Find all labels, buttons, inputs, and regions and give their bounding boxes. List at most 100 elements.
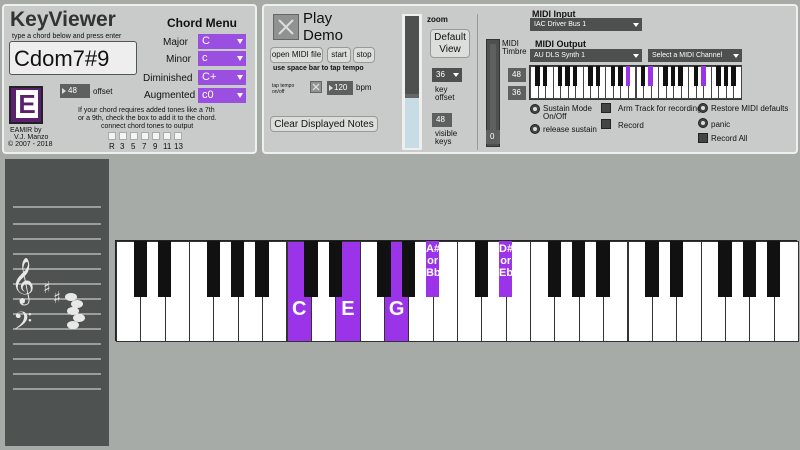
record-all-checkbox[interactable]: [698, 133, 708, 143]
sustain-radio[interactable]: [530, 104, 540, 114]
treble-clef-icon: 𝄞: [11, 258, 35, 306]
mini-black-key[interactable]: [678, 66, 683, 86]
mini-black-key[interactable]: [595, 66, 601, 86]
black-key[interactable]: [742, 241, 756, 297]
black-key-d-sharp[interactable]: D# or Eb: [499, 241, 513, 297]
midi-channel-dropdown[interactable]: Select a MIDI Channel: [648, 49, 742, 62]
timbre-number[interactable]: 0: [486, 130, 500, 144]
black-key[interactable]: [377, 241, 391, 297]
sustain-label-2: On/Off: [543, 112, 567, 121]
zoom-slider[interactable]: [402, 14, 422, 150]
zoom-slider-top: [405, 16, 419, 94]
offset-number[interactable]: 48: [60, 84, 90, 98]
offset-value: 48: [68, 86, 77, 95]
key-label: A#: [425, 243, 440, 255]
mini-black-key[interactable]: [588, 66, 593, 86]
mini-black-key[interactable]: [535, 66, 540, 86]
black-key-a-sharp[interactable]: A# or Bb: [425, 241, 441, 297]
black-key[interactable]: [304, 241, 318, 297]
main-keyboard[interactable]: C E G A# or Bb D# or Eb: [115, 240, 799, 342]
low-note-value: 48: [512, 70, 521, 79]
midi-output-value: AU DLS Synth 1: [534, 52, 585, 59]
tone-check-7[interactable]: [141, 132, 149, 140]
chevron-down-icon: [237, 93, 243, 98]
black-key[interactable]: [133, 241, 148, 297]
divider: [477, 14, 478, 150]
black-key[interactable]: [401, 241, 415, 297]
tone-check-r[interactable]: [108, 132, 116, 140]
key-label: Bb: [425, 267, 441, 279]
tap-tempo-toggle[interactable]: [310, 81, 322, 93]
augmented-dropdown[interactable]: c0: [198, 88, 246, 103]
black-key[interactable]: [766, 241, 781, 297]
mini-black-key[interactable]: [648, 66, 653, 86]
visible-keys-number[interactable]: 48: [432, 113, 452, 127]
tone-check-11[interactable]: [163, 132, 171, 140]
chord-input[interactable]: Cdom7#9: [9, 41, 137, 75]
arm-track-checkbox[interactable]: [601, 103, 611, 113]
mini-black-key[interactable]: [640, 66, 646, 86]
mini-black-key[interactable]: [610, 66, 616, 86]
black-key[interactable]: [255, 241, 269, 297]
black-key[interactable]: [596, 241, 610, 297]
mini-black-key[interactable]: [572, 66, 578, 86]
mini-black-key[interactable]: [542, 66, 548, 86]
mini-black-key[interactable]: [557, 66, 563, 86]
play-demo-button[interactable]: [273, 14, 299, 40]
black-key[interactable]: [158, 241, 172, 297]
mini-black-key[interactable]: [670, 66, 676, 86]
augmented-label: Augmented: [144, 90, 196, 101]
midi-input-value: IAC Driver Bus 1: [534, 21, 587, 28]
panic-radio[interactable]: [698, 118, 708, 128]
mini-black-key[interactable]: [663, 66, 668, 86]
tone-check-13[interactable]: [174, 132, 182, 140]
mini-black-key[interactable]: [731, 66, 736, 86]
visible-keys-label-2: keys: [435, 137, 452, 146]
tone-label: 9: [153, 142, 158, 151]
major-dropdown[interactable]: C: [198, 34, 246, 49]
mini-black-key[interactable]: [716, 66, 721, 86]
black-key[interactable]: [206, 241, 221, 297]
key-label: G: [388, 298, 405, 320]
black-key[interactable]: [328, 241, 342, 297]
black-key[interactable]: [474, 241, 489, 297]
release-sustain-radio[interactable]: [530, 124, 540, 134]
black-key[interactable]: [718, 241, 732, 297]
midi-input-dropdown[interactable]: IAC Driver Bus 1: [530, 18, 642, 31]
key-label: or: [500, 255, 512, 267]
black-key[interactable]: [572, 241, 586, 297]
high-note-value: 36: [512, 88, 521, 97]
low-note-number[interactable]: 48: [508, 68, 526, 82]
mini-black-key[interactable]: [701, 66, 706, 86]
mini-keyboard[interactable]: [529, 65, 742, 100]
black-key[interactable]: [231, 241, 245, 297]
minor-dropdown[interactable]: c: [198, 51, 246, 66]
key-offset-number[interactable]: 36: [432, 68, 462, 82]
clear-notes-button[interactable]: Clear Displayed Notes: [270, 116, 378, 132]
tone-label: 5: [131, 142, 136, 151]
bpm-number[interactable]: 120: [327, 81, 353, 95]
tone-check-5[interactable]: [130, 132, 138, 140]
default-view-button[interactable]: Default View: [430, 29, 470, 58]
black-key[interactable]: [547, 241, 562, 297]
tone-check-3[interactable]: [119, 132, 127, 140]
timbre-slider-track: [490, 44, 496, 144]
record-checkbox[interactable]: [601, 119, 611, 129]
mini-black-key[interactable]: [565, 66, 570, 86]
midi-output-dropdown[interactable]: AU DLS Synth 1: [530, 49, 642, 62]
open-midi-button[interactable]: open MIDI file: [270, 47, 323, 63]
stop-button[interactable]: stop: [353, 47, 375, 63]
mini-black-key[interactable]: [693, 66, 699, 86]
mini-black-key[interactable]: [618, 66, 623, 86]
black-key[interactable]: [669, 241, 683, 297]
start-button[interactable]: start: [327, 47, 351, 63]
high-note-number[interactable]: 36: [508, 86, 526, 100]
diminished-dropdown[interactable]: C+: [198, 70, 246, 85]
mini-black-key[interactable]: [723, 66, 729, 86]
tone-check-9[interactable]: [152, 132, 160, 140]
black-key[interactable]: [645, 241, 659, 297]
chord-panel: KeyViewer type a chord below and press e…: [2, 4, 257, 154]
default-view-label-1: Default: [434, 32, 466, 43]
restore-defaults-radio[interactable]: [698, 103, 708, 113]
mini-black-key[interactable]: [625, 66, 631, 86]
